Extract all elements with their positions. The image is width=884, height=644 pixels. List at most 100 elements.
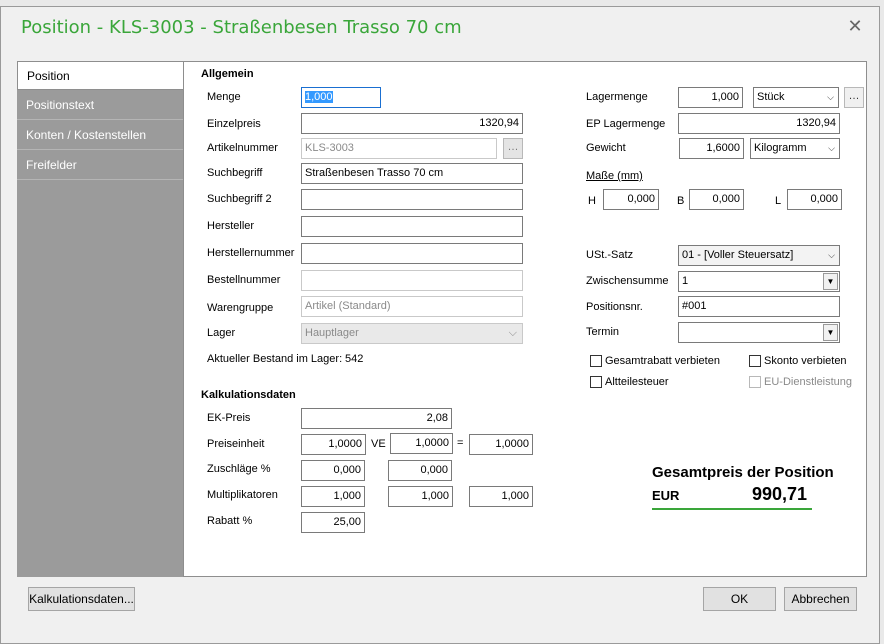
h-label: H: [588, 195, 596, 207]
lagermenge-field[interactable]: 1,000: [678, 87, 743, 108]
total-underline: [652, 508, 812, 510]
bestand-value: 542: [345, 353, 364, 365]
masse-label: Maße (mm): [586, 170, 643, 182]
lagermenge-unit-select[interactable]: Stück ⌵: [753, 87, 839, 108]
position-dialog: Position - KLS-3003 - Straßenbesen Trass…: [0, 6, 880, 644]
ust-label: USt.-Satz: [586, 249, 634, 261]
multi1-field[interactable]: 1,000: [301, 486, 365, 507]
positionsnr-field[interactable]: #001: [678, 296, 840, 317]
artikel-browse-button[interactable]: …: [503, 138, 523, 159]
lager-select[interactable]: Hauptlager ⌵: [301, 323, 523, 344]
chevron-down-icon: ⌵: [508, 327, 517, 339]
gewicht-unit-select[interactable]: Kilogramm ⌵: [750, 138, 840, 159]
hersteller-label: Hersteller: [207, 220, 255, 232]
warengruppe-label: Warengruppe: [207, 302, 274, 314]
suchbegriff-field[interactable]: Straßenbesen Trasso 70 cm: [301, 163, 523, 184]
zuschlag1-field[interactable]: 0,000: [301, 460, 365, 481]
section-heading-allgemein: Allgemein: [201, 68, 254, 80]
rabatt-label: Rabatt %: [207, 515, 253, 527]
termin-field[interactable]: ▼: [678, 322, 840, 343]
zuschlag2-field[interactable]: 0,000: [388, 460, 452, 481]
dropdown-arrow-icon[interactable]: ▼: [823, 324, 838, 341]
eu-label: EU-Dienstleistung: [764, 376, 853, 388]
rabatt-field[interactable]: 25,00: [301, 512, 365, 533]
total-currency: EUR: [652, 488, 680, 503]
b-field[interactable]: 0,000: [689, 189, 744, 210]
herstellernummer-label: Herstellernummer: [207, 247, 295, 259]
ok-button[interactable]: OK: [703, 587, 776, 611]
section-heading-kalkulation: Kalkulationsdaten: [201, 389, 296, 401]
chevron-down-icon: ⌵: [828, 143, 835, 153]
ek-label: EK-Preis: [207, 412, 251, 424]
tab-konten-kostenstellen[interactable]: Konten / Kostenstellen: [17, 121, 183, 150]
menge-field[interactable]: 1,000: [301, 87, 381, 108]
zwischensumme-label: Zwischensumme: [586, 275, 669, 287]
content-panel: Allgemein Menge 1,000 Einzelpreis 1320,9…: [183, 61, 867, 577]
ust-value: 01 - [Voller Steuersatz]: [682, 249, 794, 261]
h-field[interactable]: 0,000: [603, 189, 659, 210]
lager-value: Hauptlager: [305, 327, 359, 339]
multiplikatoren-label: Multiplikatoren: [207, 489, 278, 501]
herstellernummer-field[interactable]: [301, 243, 523, 264]
ve-field[interactable]: 1,0000: [390, 433, 453, 454]
artikelnummer-field[interactable]: KLS-3003: [301, 138, 497, 159]
ve-label: VE: [371, 438, 386, 450]
artikelnummer-label: Artikelnummer: [207, 142, 278, 154]
equals-label: =: [457, 437, 464, 449]
bestellnummer-label: Bestellnummer: [207, 274, 281, 286]
multi2-field[interactable]: 1,000: [388, 486, 453, 507]
eu-checkbox[interactable]: [749, 376, 761, 388]
gewicht-unit-value: Kilogramm: [754, 142, 807, 154]
chevron-down-icon: ⌵: [828, 250, 835, 260]
abbrechen-button[interactable]: Abbrechen: [784, 587, 857, 611]
ep-lagermenge-field[interactable]: 1320,94: [678, 113, 840, 134]
tab-positionstext[interactable]: Positionstext: [17, 91, 183, 120]
termin-label: Termin: [586, 326, 620, 338]
total-title: Gesamtpreis der Position: [652, 464, 834, 481]
ust-select[interactable]: 01 - [Voller Steuersatz] ⌵: [678, 245, 840, 266]
ek-field[interactable]: 2,08: [301, 408, 452, 429]
dialog-title: Position - KLS-3003 - Straßenbesen Trass…: [21, 17, 462, 38]
warengruppe-field[interactable]: Artikel (Standard): [301, 296, 523, 317]
einzelpreis-label: Einzelpreis: [207, 118, 261, 130]
bestand-label: Aktueller Bestand im Lager:: [207, 353, 343, 365]
hersteller-field[interactable]: [301, 216, 523, 237]
menge-label: Menge: [207, 91, 241, 103]
gewicht-field[interactable]: 1,6000: [679, 138, 744, 159]
l-label: L: [775, 195, 782, 207]
preiseinheit-label: Preiseinheit: [207, 438, 265, 450]
altteilesteuer-label: Altteilesteuer: [605, 376, 669, 388]
einzelpreis-field[interactable]: 1320,94: [301, 113, 523, 134]
suchbegriff2-label: Suchbegriff 2: [207, 193, 272, 205]
bestellnummer-field[interactable]: [301, 270, 523, 291]
zuschlaege-label: Zuschläge %: [207, 463, 271, 475]
skonto-checkbox[interactable]: [749, 355, 761, 367]
positionsnr-label: Positionsnr.: [586, 301, 643, 313]
sidebar-nav: Position Positionstext Konten / Kostenst…: [17, 61, 183, 577]
multi3-field[interactable]: 1,000: [469, 486, 533, 507]
gesamtrabatt-label: Gesamtrabatt verbieten: [605, 355, 720, 367]
unit-browse-button[interactable]: …: [844, 87, 864, 108]
altteilesteuer-checkbox[interactable]: [590, 376, 602, 388]
preiseinheit-field[interactable]: 1,0000: [301, 434, 366, 455]
zwischensumme-value: 1: [682, 275, 689, 287]
lager-label: Lager: [207, 327, 236, 339]
chevron-down-icon: ⌵: [827, 92, 834, 102]
close-icon[interactable]: ✕: [845, 16, 865, 36]
total-value: 990,71: [752, 484, 808, 504]
skonto-label: Skonto verbieten: [764, 355, 847, 367]
l-field[interactable]: 0,000: [787, 189, 842, 210]
kalkulationsdaten-button[interactable]: Kalkulationsdaten...: [28, 587, 135, 611]
suchbegriff-label: Suchbegriff: [207, 167, 263, 179]
b-label: B: [677, 195, 685, 207]
suchbegriff2-field[interactable]: [301, 189, 523, 210]
gewicht-label: Gewicht: [586, 142, 626, 154]
tab-position[interactable]: Position: [17, 61, 183, 90]
ep-lagermenge-label: EP Lagermenge: [586, 118, 666, 130]
dropdown-arrow-icon[interactable]: ▼: [823, 273, 838, 290]
ergebnis-field[interactable]: 1,0000: [469, 434, 533, 455]
lagermenge-unit-value: Stück: [757, 91, 785, 103]
tab-freifelder[interactable]: Freifelder: [17, 151, 183, 180]
zwischensumme-select[interactable]: 1 ▼: [678, 271, 840, 292]
gesamtrabatt-checkbox[interactable]: [590, 355, 602, 367]
